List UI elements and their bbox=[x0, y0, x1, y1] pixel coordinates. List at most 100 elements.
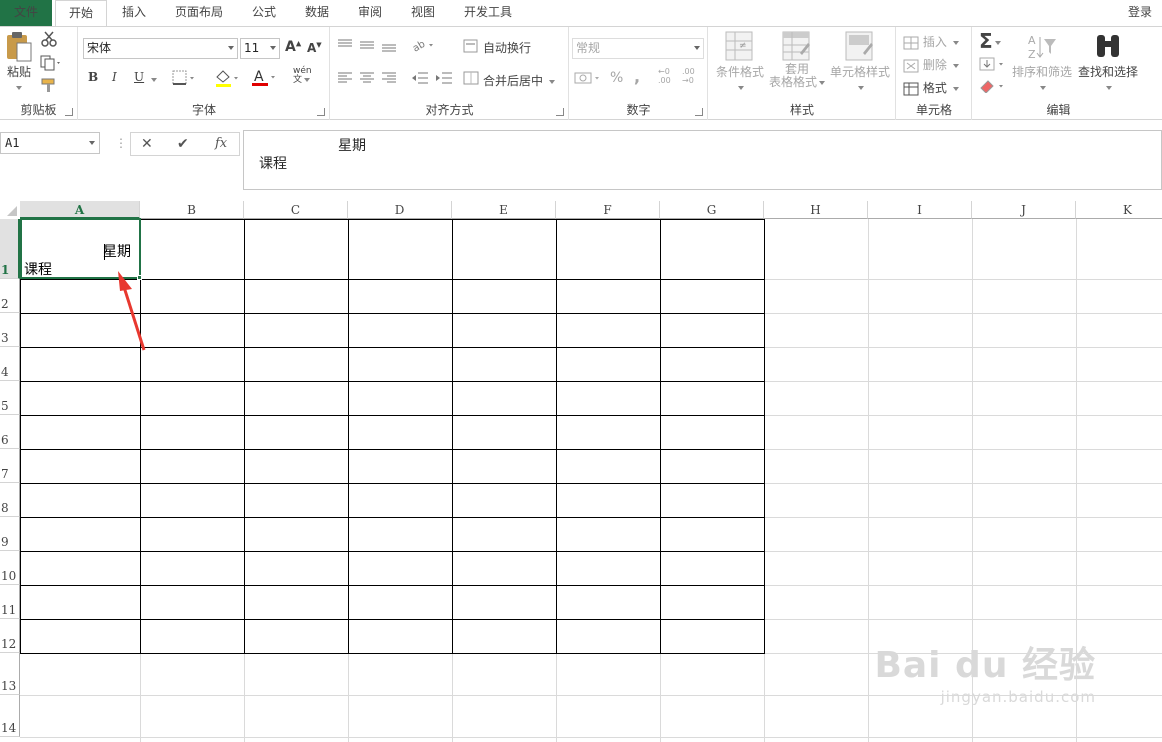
column-header-e[interactable]: E bbox=[452, 201, 556, 219]
insert-function-icon[interactable]: fx bbox=[215, 136, 227, 151]
sort-filter-button[interactable]: AZ 排序和筛选 bbox=[1011, 31, 1073, 94]
paste-button[interactable]: 粘贴 bbox=[4, 31, 34, 90]
column-header-h[interactable]: H bbox=[764, 201, 868, 219]
phonetic-button[interactable]: wén 文 bbox=[293, 67, 312, 85]
tab-insert[interactable]: 插入 bbox=[115, 0, 153, 26]
row-header-2[interactable]: 2 bbox=[0, 279, 20, 313]
grow-font-button[interactable]: A▲ bbox=[285, 39, 301, 55]
row-header-13[interactable]: 13 bbox=[0, 653, 20, 695]
increase-decimal-button[interactable]: ←0 .00 bbox=[658, 67, 678, 85]
enter-icon[interactable]: ✔ bbox=[177, 136, 189, 152]
table-border-vertical bbox=[660, 219, 661, 654]
accounting-format-icon[interactable] bbox=[574, 71, 602, 85]
row-header-8[interactable]: 8 bbox=[0, 483, 20, 517]
cut-icon[interactable] bbox=[40, 31, 58, 47]
tab-data[interactable]: 数据 bbox=[298, 0, 336, 26]
name-box[interactable]: A1 bbox=[0, 132, 100, 154]
row-header-11[interactable]: 11 bbox=[0, 585, 20, 619]
row-header-7[interactable]: 7 bbox=[0, 449, 20, 483]
cancel-icon[interactable]: ✕ bbox=[141, 136, 153, 152]
orientation-icon[interactable]: ab bbox=[411, 37, 437, 53]
row-header-3[interactable]: 3 bbox=[0, 313, 20, 347]
dialog-launcher-icon[interactable] bbox=[556, 108, 564, 116]
sign-in-link[interactable]: 登录 bbox=[1128, 0, 1152, 24]
copy-icon[interactable] bbox=[40, 55, 62, 71]
format-as-table-button[interactable]: 套用 表格格式 bbox=[767, 31, 827, 89]
number-group: 常规 % , ←0 .00 .00 →0 数字 bbox=[570, 27, 708, 120]
shrink-font-button[interactable]: A▼ bbox=[307, 41, 322, 55]
font-name-combo[interactable]: 宋体 bbox=[83, 38, 238, 59]
dialog-launcher-icon[interactable] bbox=[65, 108, 73, 116]
align-left-icon[interactable] bbox=[337, 72, 353, 84]
merge-center-button[interactable]: 合并后居中 bbox=[483, 72, 555, 89]
select-all-icon[interactable] bbox=[4, 205, 18, 217]
decrease-decimal-button[interactable]: .00 →0 bbox=[682, 67, 702, 85]
number-format-combo[interactable]: 常规 bbox=[572, 38, 704, 59]
chevron-down-icon bbox=[16, 85, 22, 90]
row-header-12[interactable]: 12 bbox=[0, 619, 20, 653]
row-header-4[interactable]: 4 bbox=[0, 347, 20, 381]
tab-formulas[interactable]: 公式 bbox=[245, 0, 283, 26]
clear-icon[interactable] bbox=[979, 79, 1007, 93]
column-header-d[interactable]: D bbox=[348, 201, 452, 219]
row-header-9[interactable]: 9 bbox=[0, 517, 20, 551]
tab-file[interactable]: 文件 bbox=[0, 0, 52, 26]
column-header-k[interactable]: K bbox=[1076, 201, 1162, 219]
dialog-launcher-icon[interactable] bbox=[695, 108, 703, 116]
percent-button[interactable]: % bbox=[610, 70, 623, 86]
table-border-vertical bbox=[764, 219, 765, 654]
tab-review[interactable]: 审阅 bbox=[351, 0, 389, 26]
tab-home[interactable]: 开始 bbox=[55, 0, 107, 26]
tab-developer[interactable]: 开发工具 bbox=[457, 0, 519, 26]
insert-cells-button[interactable]: 插入 bbox=[903, 33, 959, 50]
bold-button[interactable]: B bbox=[88, 70, 98, 84]
format-cells-button[interactable]: 格式 bbox=[903, 79, 959, 96]
tab-view[interactable]: 视图 bbox=[404, 0, 442, 26]
row-header-5[interactable]: 5 bbox=[0, 381, 20, 415]
underline-dropdown-icon[interactable] bbox=[151, 78, 157, 82]
dialog-launcher-icon[interactable] bbox=[317, 108, 325, 116]
column-header-g[interactable]: G bbox=[660, 201, 764, 219]
column-header-f[interactable]: F bbox=[556, 201, 660, 219]
font-color-icon[interactable]: A bbox=[251, 68, 277, 88]
border-icon[interactable] bbox=[172, 70, 196, 86]
watermark-url: jingyan.baidu.com bbox=[940, 688, 1096, 706]
worksheet-grid[interactable]: ABCDEFGHIJK 1 2 3 4 5 6 7 8 9 10 11 12 13 14 星期 课程 Ba… bbox=[0, 201, 1162, 742]
find-select-button[interactable]: 查找和选择 bbox=[1075, 31, 1141, 94]
fill-color-icon[interactable] bbox=[214, 69, 240, 87]
row-number: 4 bbox=[1, 365, 9, 379]
tab-page-layout[interactable]: 页面布局 bbox=[168, 0, 230, 26]
column-header-j[interactable]: J bbox=[972, 201, 1076, 219]
italic-button[interactable]: I bbox=[112, 70, 117, 84]
column-header-c[interactable]: C bbox=[244, 201, 348, 219]
cell-styles-button[interactable]: 单元格样式 bbox=[827, 31, 893, 94]
decrease-indent-icon[interactable] bbox=[411, 72, 429, 84]
conditional-formatting-button[interactable]: ≠ 条件格式 bbox=[711, 31, 769, 94]
increase-indent-icon[interactable] bbox=[435, 72, 453, 84]
underline-button[interactable]: U bbox=[134, 70, 144, 84]
row-header-1[interactable]: 1 bbox=[0, 219, 20, 279]
format-painter-icon[interactable] bbox=[40, 77, 58, 93]
delete-cells-button[interactable]: 删除 bbox=[903, 56, 959, 73]
align-bottom-icon[interactable] bbox=[381, 39, 397, 53]
row-header-10[interactable]: 10 bbox=[0, 551, 20, 585]
column-header-a[interactable]: A bbox=[20, 201, 140, 219]
merge-center-icon[interactable] bbox=[463, 71, 479, 85]
wrap-text-button[interactable]: 自动换行 bbox=[483, 39, 531, 56]
align-center-icon[interactable] bbox=[359, 72, 375, 84]
fill-icon[interactable] bbox=[979, 57, 1007, 71]
svg-text:A: A bbox=[1028, 34, 1036, 47]
row-header-6[interactable]: 6 bbox=[0, 415, 20, 449]
autosum-button[interactable]: Σ bbox=[979, 29, 1001, 53]
align-top-icon[interactable] bbox=[337, 39, 353, 51]
align-right-icon[interactable] bbox=[381, 72, 397, 84]
align-middle-icon[interactable] bbox=[359, 39, 375, 51]
column-header-b[interactable]: B bbox=[140, 201, 244, 219]
wrap-text-icon[interactable] bbox=[463, 39, 479, 53]
row-header-14[interactable]: 14 bbox=[0, 695, 20, 737]
font-size-combo[interactable]: 11 bbox=[240, 38, 280, 59]
annotation-arrow-icon bbox=[118, 271, 146, 351]
formula-input[interactable]: 星期 课程 bbox=[243, 130, 1162, 190]
column-header-i[interactable]: I bbox=[868, 201, 972, 219]
comma-button[interactable]: , bbox=[634, 67, 640, 86]
